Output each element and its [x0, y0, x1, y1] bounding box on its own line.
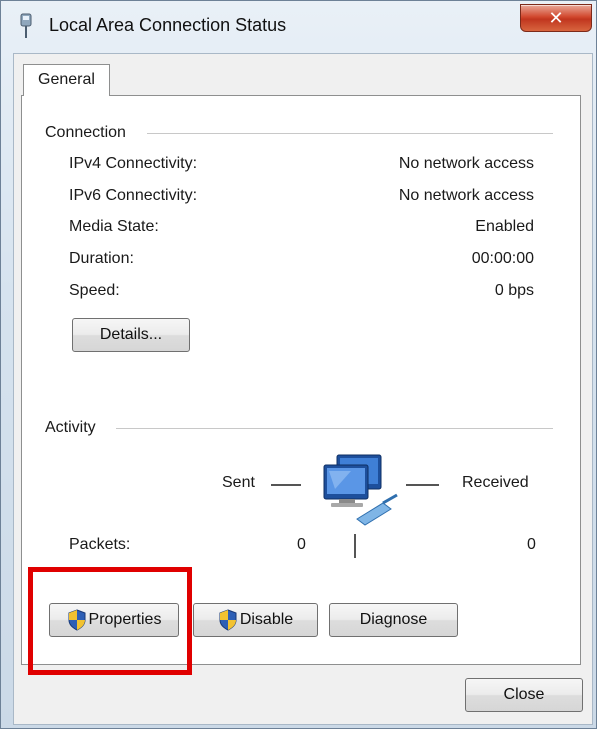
ipv4-label: IPv4 Connectivity: [69, 155, 198, 172]
window-close-button[interactable]: ✕ [520, 4, 592, 32]
connection-divider [147, 133, 553, 134]
properties-label: Properties [88, 611, 162, 628]
ipv6-value: No network access [398, 187, 534, 204]
uac-shield-icon [68, 609, 86, 631]
status-dialog: Local Area Connection Status ✕ General C… [0, 0, 597, 729]
speed-label: Speed: [69, 282, 120, 299]
packets-separator [354, 534, 356, 558]
disable-label: Disable [239, 611, 294, 628]
close-icon: ✕ [548, 8, 564, 28]
title-bar: Local Area Connection Status ✕ [1, 1, 596, 51]
network-adapter-icon [20, 13, 32, 38]
window-title: Local Area Connection Status [49, 15, 287, 35]
media-state-label: Media State: [69, 218, 159, 235]
network-computers-icon [323, 454, 398, 526]
disable-button[interactable]: Disable [193, 603, 318, 637]
close-button[interactable]: Close [465, 678, 583, 712]
received-dash [406, 484, 439, 486]
ipv4-value: No network access [398, 155, 534, 172]
packets-received-value: 0 [527, 536, 536, 553]
connection-heading: Connection [45, 124, 134, 142]
sent-dash [271, 484, 301, 486]
packets-label: Packets: [69, 536, 131, 553]
tab-panel-general [21, 95, 581, 665]
duration-value: 00:00:00 [471, 250, 534, 267]
sent-label: Sent [222, 474, 255, 491]
duration-label: Duration: [69, 250, 134, 267]
properties-button[interactable]: Properties [49, 603, 179, 637]
packets-sent-value: 0 [297, 536, 306, 553]
ipv6-label: IPv6 Connectivity: [69, 187, 198, 204]
activity-divider [116, 428, 553, 429]
uac-shield-icon [219, 609, 237, 631]
activity-heading: Activity [45, 419, 104, 437]
details-button[interactable]: Details... [72, 318, 190, 352]
received-label: Received [462, 474, 529, 491]
media-state-value: Enabled [475, 218, 534, 235]
tab-general[interactable]: General [23, 64, 110, 96]
speed-value: 0 bps [494, 282, 534, 299]
diagnose-button[interactable]: Diagnose [329, 603, 458, 637]
